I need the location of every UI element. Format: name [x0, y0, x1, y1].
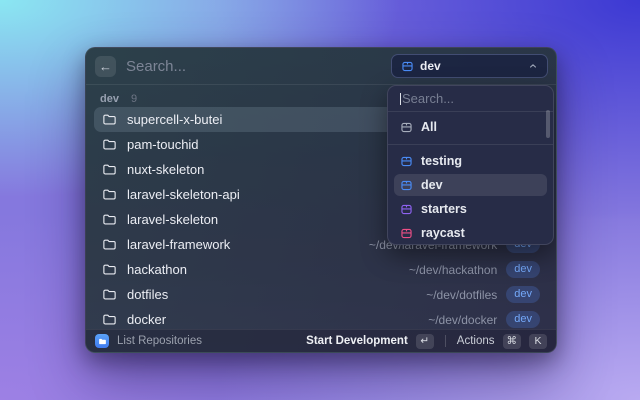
- repo-row-docker[interactable]: docker ~/dev/docker dev: [94, 307, 548, 329]
- tag-box-icon: [401, 122, 412, 132]
- section-count: 9: [130, 92, 138, 105]
- dropdown-item-label: testing: [421, 154, 462, 168]
- tag-box-icon: [401, 156, 412, 166]
- dropdown-item-label: starters: [421, 202, 467, 216]
- folder-icon: [103, 239, 116, 250]
- repo-name: docker: [127, 312, 167, 327]
- tag-badge: dev: [506, 311, 540, 328]
- folder-icon: [103, 189, 116, 200]
- dropdown-item-dev[interactable]: dev: [394, 174, 547, 196]
- folder-icon: [103, 164, 116, 175]
- search-input[interactable]: Search...: [126, 58, 391, 75]
- dropdown-search-placeholder: Search...: [402, 91, 455, 106]
- filter-selected-label: dev: [420, 59, 441, 73]
- repo-path: ~/dev/docker: [428, 312, 498, 327]
- dropdown-item-testing[interactable]: testing: [394, 150, 547, 172]
- folder-icon: [103, 314, 116, 325]
- repo-name: hackathon: [127, 262, 187, 277]
- tag-dropdown-panel: Search... All testing dev starters rayca…: [387, 85, 554, 245]
- repo-name: dotfiles: [127, 287, 169, 302]
- tag-badge: dev: [506, 261, 540, 278]
- dropdown-item-label: raycast: [421, 226, 465, 240]
- chevron-up-icon: [529, 64, 537, 68]
- text-caret: [400, 92, 401, 105]
- launcher-window: ← Search... dev dev 9 supercell-x-butei …: [85, 47, 557, 353]
- dropdown-scrollbar[interactable]: [546, 110, 550, 138]
- cmd-key-icon: ⌘: [502, 333, 521, 349]
- top-bar: ← Search... dev: [86, 48, 556, 85]
- desktop-background: ← Search... dev dev 9 supercell-x-butei …: [0, 0, 640, 400]
- dropdown-item-starters[interactable]: starters: [394, 198, 547, 220]
- dropdown-item-label: dev: [421, 178, 443, 192]
- app-icon: [95, 334, 109, 348]
- tag-box-icon: [401, 228, 412, 238]
- actions-button[interactable]: Actions: [457, 335, 495, 347]
- repo-name: supercell-x-butei: [127, 112, 223, 127]
- dropdown-item-all[interactable]: All: [394, 114, 547, 140]
- repo-path: ~/dev/dotfiles: [426, 287, 498, 302]
- repo-name: laravel-framework: [127, 237, 231, 252]
- tag-box-icon: [401, 180, 412, 190]
- tag-filter-dropdown-button[interactable]: dev: [391, 54, 548, 78]
- section-label: dev: [100, 92, 119, 105]
- panel-divider: [388, 111, 553, 112]
- folder-icon: [103, 214, 116, 225]
- back-arrow-icon: ←: [99, 58, 112, 74]
- repo-name: laravel-skeleton: [127, 212, 219, 227]
- command-title: List Repositories: [117, 335, 203, 347]
- repo-path: ~/dev/hackathon: [408, 262, 498, 277]
- dropdown-item-raycast[interactable]: raycast: [394, 222, 547, 244]
- dropdown-item-label: All: [421, 120, 437, 134]
- folder-icon: [103, 114, 116, 125]
- primary-action-button[interactable]: Start Development: [306, 335, 408, 347]
- folder-icon: [103, 139, 116, 150]
- repo-row-hackathon[interactable]: hackathon ~/dev/hackathon dev: [94, 257, 548, 282]
- k-key-icon: K: [529, 333, 547, 349]
- panel-divider: [388, 144, 553, 145]
- folder-icon: [103, 289, 116, 300]
- footer-divider: [444, 335, 446, 347]
- repo-name: nuxt-skeleton: [127, 162, 205, 177]
- tag-box-icon: [402, 61, 413, 71]
- enter-key-icon: ↵: [415, 333, 434, 349]
- tag-badge: dev: [506, 286, 540, 303]
- tag-box-icon: [401, 204, 412, 214]
- action-bar: List Repositories Start Development ↵ Ac…: [86, 329, 556, 352]
- repo-name: pam-touchid: [127, 137, 199, 152]
- folder-icon: [103, 264, 116, 275]
- repo-row-dotfiles[interactable]: dotfiles ~/dev/dotfiles dev: [94, 282, 548, 307]
- dropdown-search-input[interactable]: Search...: [388, 86, 553, 107]
- repo-name: laravel-skeleton-api: [127, 187, 240, 202]
- back-button[interactable]: ←: [95, 55, 116, 77]
